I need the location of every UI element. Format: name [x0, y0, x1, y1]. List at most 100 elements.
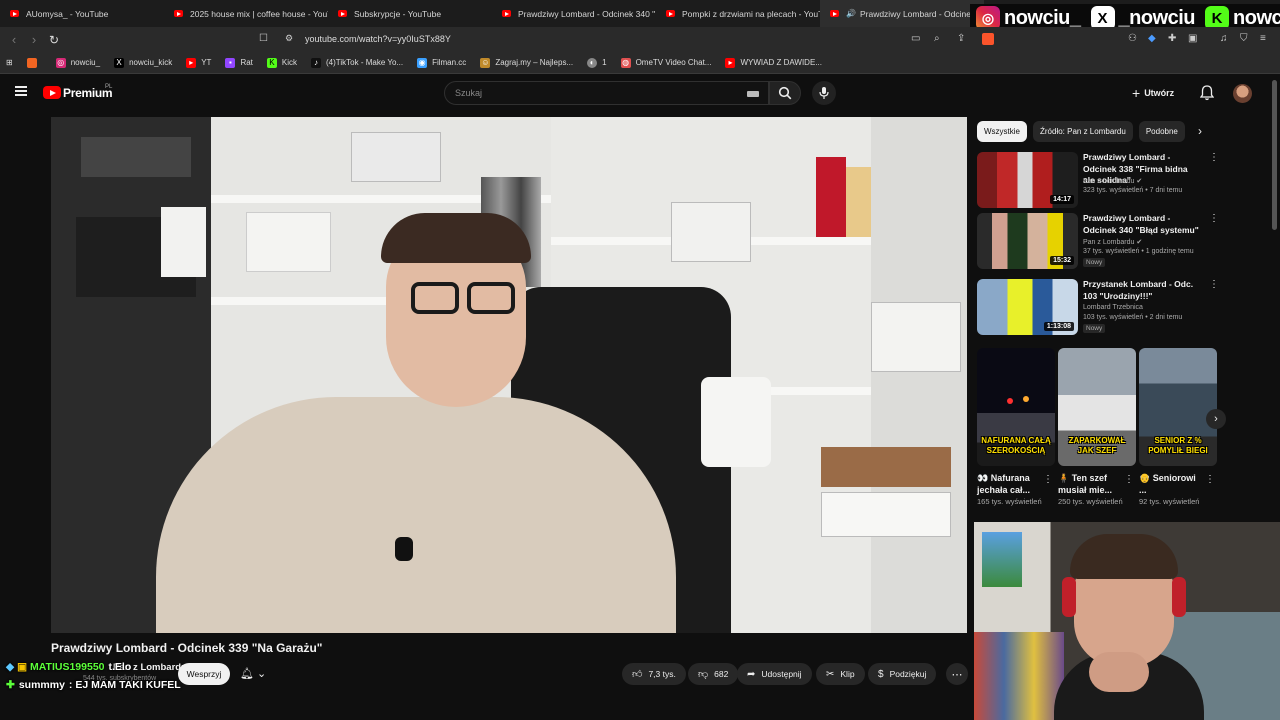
chip-all[interactable]: Wszystkie: [977, 121, 1027, 142]
youtube-icon: ▸: [725, 57, 736, 68]
chat-text: : EJ MAM TAKI KUFEL: [68, 679, 181, 691]
chip-source[interactable]: Źródło: Pan z Lombardu: [1033, 121, 1133, 142]
short-thumbnail[interactable]: SENIOR Z % POMYLIŁ BIEGI: [1139, 348, 1217, 466]
clip-button[interactable]: ✂ Klip: [816, 663, 865, 685]
kebab-menu-icon[interactable]: ⋮: [1205, 474, 1215, 485]
notifications-bell-icon[interactable]: [1200, 85, 1214, 101]
video-player[interactable]: [51, 117, 967, 633]
browser-tab[interactable]: AUomysa_ - YouTube: [0, 0, 164, 27]
share-button[interactable]: ➦ Udostępnij: [737, 663, 812, 685]
webcam-person-hair: [1070, 534, 1178, 579]
search-button[interactable]: [769, 81, 801, 105]
video-box: [671, 202, 751, 262]
short-title[interactable]: 🧍 Ten szef musiał mie...: [1058, 472, 1120, 496]
brave-shield-icon[interactable]: [982, 33, 994, 45]
recommendation-channel[interactable]: Lombard Trzebnica: [1083, 304, 1143, 311]
bookmark-item[interactable]: ◐ 1: [587, 57, 607, 68]
video-box: [351, 132, 441, 182]
search-input[interactable]: Szukaj: [444, 81, 769, 105]
chip-related[interactable]: Podobne: [1138, 121, 1185, 142]
keyboard-icon[interactable]: [747, 91, 759, 97]
extension-icon[interactable]: ⚇: [1128, 33, 1137, 44]
hamburger-menu-icon[interactable]: [15, 86, 27, 96]
bookmark-item[interactable]: K Kick: [266, 57, 297, 68]
short-thumbnail[interactable]: ZAPARKOWAŁ JAK SZEF: [1058, 348, 1136, 466]
chevron-right-icon[interactable]: ›: [1198, 124, 1202, 138]
account-avatar[interactable]: [1233, 84, 1252, 103]
short-item[interactable]: NAFURANA CAŁĄ SZEROKOŚCIĄ 👀 Nafurana jec…: [977, 348, 1055, 506]
video-person-glasses: [411, 282, 459, 314]
bookmark-item[interactable]: ▸ WYWIAD Z DAWIDE...: [725, 57, 822, 68]
bookmark-item[interactable]: ▸ YT: [186, 57, 211, 68]
recommendation-item[interactable]: 1:13:08 Przystanek Lombard - Odc. 103 "U…: [977, 279, 1219, 337]
screen: { "browser": { "tabs": [ {"title": "AUom…: [0, 0, 1280, 720]
more-actions-button[interactable]: ⋯: [946, 663, 968, 685]
voice-search-button[interactable]: [812, 81, 836, 105]
bookmark-item[interactable]: ▪ Rat: [225, 57, 253, 68]
twitch-icon: ▪: [225, 57, 236, 68]
apps-icon[interactable]: ⊞: [6, 58, 13, 67]
speaker-icon[interactable]: 🔊: [846, 9, 856, 18]
browser-tab-active[interactable]: 🔊 Prawdziwy Lombard - Odcinek: [820, 0, 984, 27]
sidebar-icon[interactable]: ▣: [1188, 33, 1197, 44]
reload-icon[interactable]: ↻: [44, 33, 64, 47]
music-icon[interactable]: ♫: [1220, 33, 1228, 44]
short-title[interactable]: 👴 Seniorowi ...: [1139, 472, 1201, 496]
browser-tab[interactable]: Subskrypcje - YouTube: [328, 0, 492, 27]
bookmark-item[interactable]: ☺ Zagraj.my – Najleps...: [480, 57, 573, 68]
tab-title: AUomysa_ - YouTube: [26, 8, 109, 19]
browser-tab[interactable]: Prawdziwy Lombard - Odcinek 340 ": [492, 0, 656, 27]
create-button[interactable]: + Utwórz: [1132, 83, 1174, 103]
support-button[interactable]: Wesprzyj: [178, 663, 230, 685]
youtube-logo-icon[interactable]: [43, 86, 61, 99]
kebab-menu-icon[interactable]: ⋮: [1209, 213, 1219, 224]
back-icon[interactable]: ‹: [4, 32, 24, 47]
recommendation-title[interactable]: Prawdziwy Lombard - Odcinek 340 "Błąd sy…: [1083, 213, 1201, 236]
kebab-menu-icon[interactable]: ⋮: [1124, 474, 1134, 485]
kebab-menu-icon[interactable]: ⋮: [1209, 279, 1219, 290]
video-thumbnail[interactable]: 15:32: [977, 213, 1078, 269]
bookmark-item[interactable]: [26, 57, 42, 68]
site-info-icon[interactable]: ⚙: [285, 33, 293, 44]
puzzle-icon[interactable]: ✚: [1168, 33, 1176, 44]
bookmark-item[interactable]: Xnowciu_kick: [114, 57, 172, 68]
subscription-bell-icon[interactable]: 🔔︎ ⌄: [240, 667, 266, 680]
short-thumbnail[interactable]: NAFURANA CAŁĄ SZEROKOŚCIĄ: [977, 348, 1055, 466]
browser-tab[interactable]: Pompki z drzwiami na plecach - YouT: [656, 0, 820, 27]
vpn-icon[interactable]: ⛉: [1240, 33, 1248, 44]
zoom-icon[interactable]: ⌕: [934, 33, 940, 44]
thanks-button[interactable]: $ Podziękuj: [868, 663, 937, 685]
recommendation-item[interactable]: 14:17 Prawdziwy Lombard - Odcinek 338 "F…: [977, 152, 1219, 210]
bookmark-item[interactable]: ♪ (4)TikTok - Make Yo...: [311, 57, 403, 68]
video-thumbnail[interactable]: 14:17: [977, 152, 1078, 208]
menu-icon[interactable]: ≡: [1260, 33, 1266, 44]
kebab-menu-icon[interactable]: ⋮: [1209, 152, 1219, 163]
browser-tab[interactable]: 2025 house mix | coffee house - YouT: [164, 0, 328, 27]
video-thumbnail[interactable]: 1:13:08: [977, 279, 1078, 335]
recommendation-item[interactable]: 15:32 Prawdziwy Lombard - Odcinek 340 "B…: [977, 213, 1219, 271]
cast-icon[interactable]: ▭: [911, 33, 920, 44]
bookmarks-bar: ⊞ ◎ nowciu_ Xnowciu_kick ▸ YT ▪ Rat K Kick ♪…: [0, 52, 1280, 74]
short-item[interactable]: SENIOR Z % POMYLIŁ BIEGI 👴 Seniorowi ...…: [1139, 348, 1217, 506]
bookmark-icon[interactable]: ☐: [259, 33, 268, 44]
share-icon[interactable]: ⇪: [957, 33, 965, 44]
bookmark-item[interactable]: ◎ nowciu_: [55, 57, 100, 68]
video-box: [246, 212, 331, 272]
like-button[interactable]: 👍︎ 7,3 tys.: [622, 663, 686, 685]
tab-title: Prawdziwy Lombard - Odcinek 340 ": [518, 8, 656, 19]
dislike-button[interactable]: 👎︎ 682: [688, 663, 739, 685]
short-title[interactable]: 👀 Nafurana jechała cał...: [977, 472, 1039, 496]
short-item[interactable]: ZAPARKOWAŁ JAK SZEF 🧍 Ten szef musiał mi…: [1058, 348, 1136, 506]
kebab-menu-icon[interactable]: ⋮: [1043, 474, 1053, 485]
x-icon: X: [114, 57, 125, 68]
page-scrollbar[interactable]: [1272, 80, 1277, 230]
recommendation-title[interactable]: Przystanek Lombard - Odc. 103 "Urodziny!…: [1083, 279, 1201, 302]
url-input[interactable]: youtube.com/watch?v=yy0IuSTx88Y: [305, 34, 451, 44]
bookmark-item[interactable]: ◉ Filman.cc: [417, 57, 466, 68]
forward-icon[interactable]: ›: [24, 32, 44, 47]
bookmark-item[interactable]: ◍ OmeTV Video Chat...: [620, 57, 711, 68]
shorts-next-button[interactable]: ›: [1206, 409, 1226, 429]
extension-icon[interactable]: ◆: [1148, 33, 1156, 44]
recommendation-channel[interactable]: Pan z Lombardu ✔: [1083, 177, 1142, 185]
recommendation-channel[interactable]: Pan z Lombardu ✔: [1083, 238, 1142, 246]
